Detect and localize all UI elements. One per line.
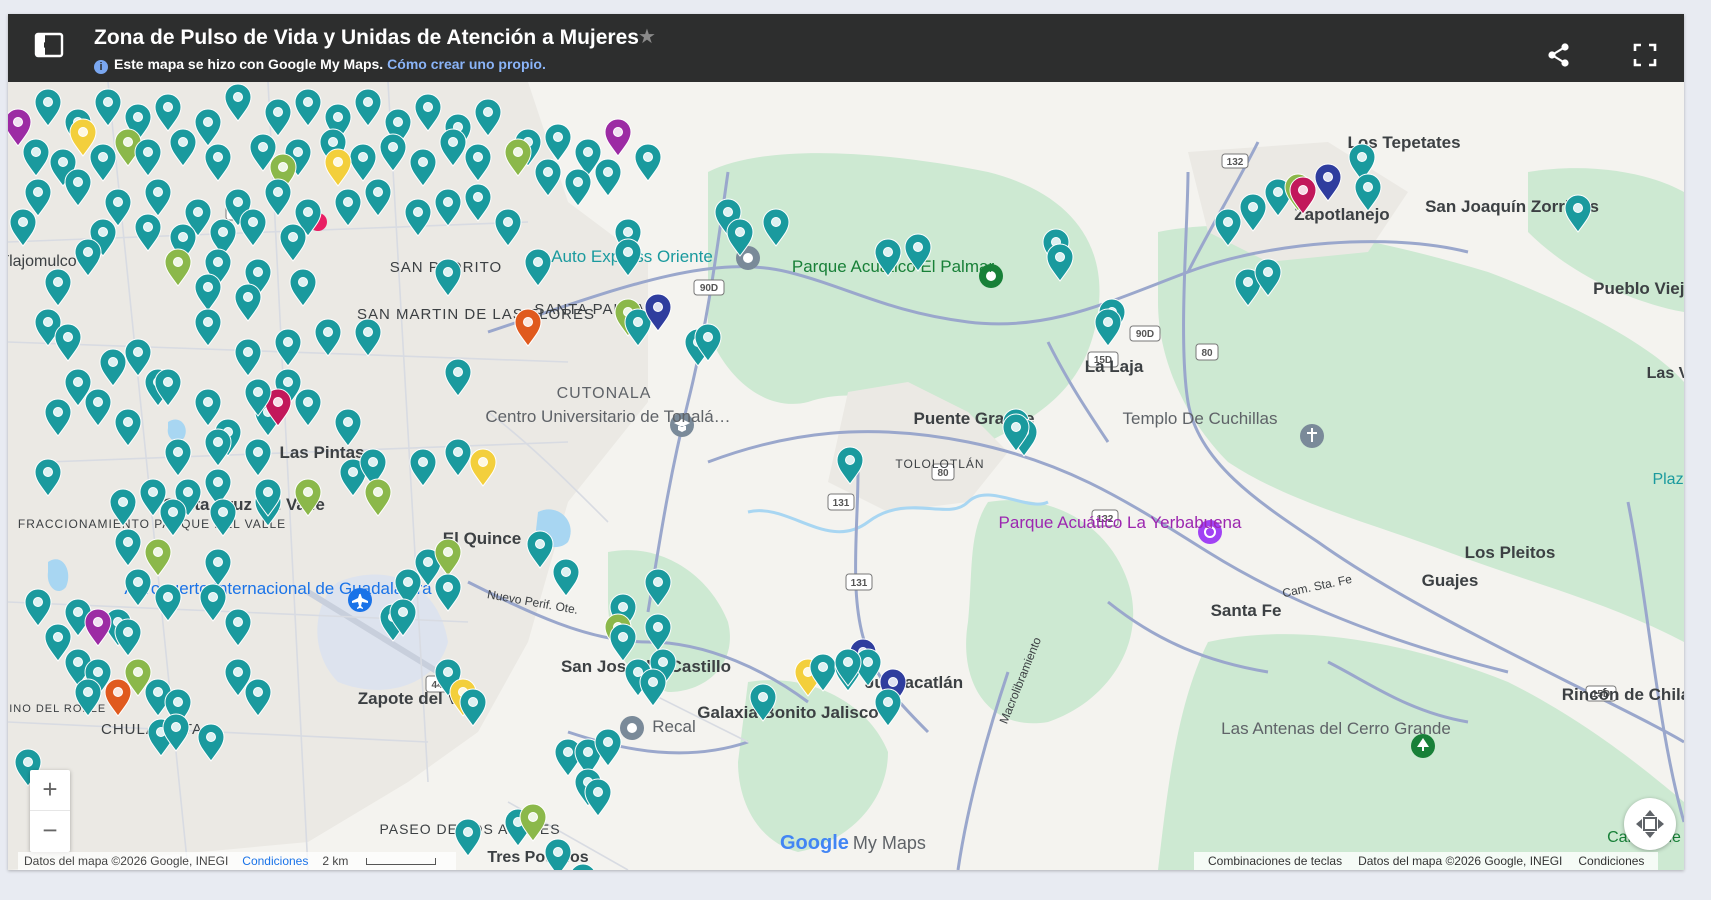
info-icon: i: [94, 60, 108, 74]
label-tololotlan: TOLOLOTLÁN: [895, 456, 984, 471]
recenter-button[interactable]: [1624, 798, 1676, 850]
label-las-v: Las V: [1647, 365, 1684, 382]
map-data-credit: Datos del mapa ©2026 Google, INEGI: [24, 854, 229, 868]
shield-131: 131: [833, 498, 850, 509]
scale-label: 2 km: [322, 854, 349, 868]
google-logo-text: Google: [780, 832, 849, 854]
church-icon[interactable]: [1300, 424, 1324, 448]
label-rincon-chila: Rincón de Chila: [1562, 685, 1684, 704]
label-santa-fe: Santa Fe: [1211, 601, 1282, 620]
label-cutonala: CUTONALA: [557, 385, 652, 402]
star-icon[interactable]: ★: [638, 24, 656, 49]
terms-link-right[interactable]: Condiciones: [1578, 854, 1644, 868]
label-zapotlanejo: Zapotlanejo: [1294, 205, 1389, 224]
label-fraccionamiento: FRACCIONAMIENTO PARQUE DEL VALLE: [18, 517, 286, 531]
keyboard-shortcuts-link[interactable]: Combinaciones de teclas: [1208, 854, 1342, 868]
label-las-antenas: Las Antenas del Cerro Grande: [1221, 719, 1451, 738]
map-header: Zona de Pulso de Vida y Unidas de Atenci…: [8, 14, 1684, 82]
label-guajes: Guajes: [1422, 571, 1479, 590]
map-frame: Zona de Pulso de Vida y Unidas de Atenci…: [8, 14, 1684, 870]
shield-90d: 90D: [700, 283, 718, 294]
zoom-out-button[interactable]: −: [30, 811, 70, 851]
subtitle-text: Este mapa se hizo con Google My Maps.: [114, 56, 384, 72]
shield-80: 80: [1201, 348, 1213, 359]
label-tres-potrillos: Tres Potrillos: [487, 849, 588, 866]
footer-right: Combinaciones de teclas Datos del mapa ©2…: [1194, 852, 1659, 870]
fullscreen-icon[interactable]: [1632, 42, 1658, 68]
terms-link[interactable]: Condiciones: [242, 854, 308, 868]
zoom-in-button[interactable]: +: [30, 770, 70, 810]
shield-132-2: 132: [1227, 157, 1244, 168]
label-centro-universitario: Centro Universitario de Tonalá…: [485, 407, 730, 426]
map-subtitle: i Este mapa se hizo con Google My Maps. Có…: [94, 56, 546, 74]
label-recal: Recal: [652, 717, 695, 736]
label-pueblo-viejo: Pueblo Viejo: [1593, 279, 1684, 298]
transit-icon[interactable]: [620, 716, 644, 740]
mymaps-logo-text: My Maps: [852, 833, 926, 853]
scale-bar: [366, 858, 437, 866]
zoom-control: + −: [30, 770, 70, 852]
label-plaz: Plaz: [1652, 471, 1683, 488]
label-la-laja: La Laja: [1085, 357, 1144, 376]
label-templo-cuchillas: Templo De Cuchillas: [1123, 409, 1278, 428]
create-map-link[interactable]: Cómo crear uno propio.: [387, 56, 546, 72]
recenter-icon: [1636, 810, 1664, 838]
shield-131-2: 131: [851, 578, 868, 589]
label-galaxia: Galaxia Bonito Jalisco: [697, 703, 878, 722]
map-canvas[interactable]: 90D 90D 15D 80 80 131 131 132 44 23 15D …: [8, 82, 1684, 870]
google-mymaps-logo: Google My Maps: [780, 832, 926, 855]
map-data-credit-right: Datos del mapa ©2026 Google, INEGI: [1358, 854, 1563, 868]
shield-90d-2: 90D: [1136, 329, 1154, 340]
map-title: Zona de Pulso de Vida y Unidas de Atenci…: [94, 26, 639, 49]
label-yerbabuena: Parque Acuático La Yerbabuena: [999, 513, 1242, 532]
footer-left: Datos del mapa ©2026 Google, INEGI Condic…: [18, 852, 457, 870]
layers-icon[interactable]: [34, 30, 64, 60]
label-tlajomulco: Tlajomulco: [8, 253, 77, 270]
share-icon[interactable]: [1546, 42, 1572, 68]
label-los-pleitos: Los Pleitos: [1465, 543, 1556, 562]
